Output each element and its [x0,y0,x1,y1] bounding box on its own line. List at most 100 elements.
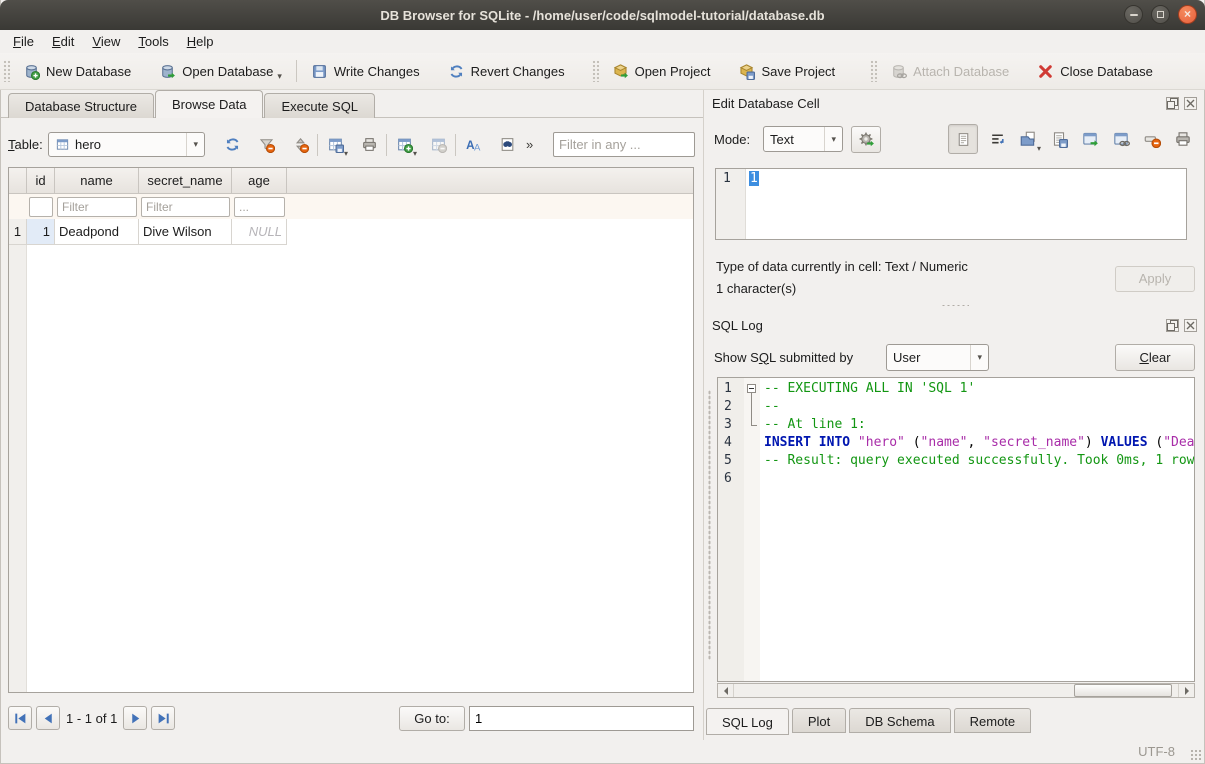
goto-button[interactable]: Go to: [399,706,465,731]
print-table-button[interactable] [356,132,382,158]
copy-link-button[interactable] [1109,127,1133,151]
scroll-left-arrow[interactable] [718,684,733,697]
clear-sorting-button[interactable] [287,132,313,158]
close-button[interactable]: × [1178,5,1197,24]
table-select-value: hero [75,137,101,152]
column-header-id[interactable]: id [27,168,55,193]
clear-filters-button[interactable] [253,132,279,158]
tab-sql-log[interactable]: SQL Log [706,708,789,735]
save-project-button[interactable]: Save Project [728,56,845,86]
toolbar-overflow-indicator[interactable]: » [526,137,533,152]
text-document-toggle-button[interactable] [948,124,978,154]
previous-record-button[interactable] [36,706,60,730]
tab-plot[interactable]: Plot [792,708,846,733]
sql-log-line: 1-- EXECUTING ALL IN 'SQL 1' [718,380,1194,398]
open-project-button[interactable]: Open Project [602,56,721,86]
table-select[interactable]: hero ▾ [48,132,205,157]
scrollbar-thumb[interactable] [1074,684,1172,697]
sql-log-view[interactable]: 1-- EXECUTING ALL IN 'SQL 1'2--3-- At li… [717,377,1195,682]
fold-collapse-icon[interactable] [747,384,756,393]
close-database-button[interactable]: Close Database [1027,56,1163,86]
goto-record-input[interactable] [469,706,694,731]
first-record-button[interactable] [8,706,32,730]
float-panel-icon [1167,98,1178,109]
find-icon [499,136,516,153]
find-in-table-button[interactable] [494,132,520,158]
format-toolbar-button[interactable] [460,132,486,158]
cell-secret-name[interactable]: Dive Wilson [139,219,232,245]
dock-float-button[interactable] [1166,319,1179,332]
refresh-button[interactable] [219,132,245,158]
word-wrap-icon [989,131,1006,148]
dock-close-button[interactable] [1184,97,1197,110]
write-changes-button[interactable]: Write Changes [301,56,430,86]
filter-input-id[interactable] [29,197,53,217]
menu-edit[interactable]: Edit [43,32,83,51]
scroll-right-arrow[interactable] [1179,684,1194,697]
show-sql-label: Show SQL submitted by [714,350,886,365]
tab-database-structure[interactable]: Database Structure [8,93,154,118]
mode-select[interactable]: Text ▾ [763,126,843,152]
editor-content[interactable]: 1 [746,169,1186,239]
main-tab-bar: Database Structure Browse Data Execute S… [0,90,703,118]
open-in-external-button[interactable] [1078,127,1102,151]
filter-input-age[interactable] [234,197,285,217]
tab-db-schema[interactable]: DB Schema [849,708,950,733]
auto-switch-mode-button[interactable] [851,126,881,153]
menu-file[interactable]: File [4,32,43,51]
toolbar-drag-handle[interactable] [870,60,877,82]
dock-drag-handle[interactable] [708,390,711,660]
last-record-button[interactable] [151,706,175,730]
maximize-button[interactable] [1151,5,1170,24]
sql-log-horizontal-scrollbar[interactable] [717,683,1195,698]
revert-changes-button[interactable]: Revert Changes [438,56,575,86]
column-header-name[interactable]: name [55,168,139,193]
tab-browse-data[interactable]: Browse Data [155,90,263,118]
filter-input-secret-name[interactable] [141,197,230,217]
toolbar-drag-handle[interactable] [3,60,10,82]
column-header-age[interactable]: age [232,168,287,193]
next-record-button[interactable] [123,706,147,730]
row-number-cell[interactable]: 1 [9,219,27,245]
new-database-button[interactable]: New Database [13,56,141,86]
tab-remote[interactable]: Remote [954,708,1032,733]
cell-value-editor[interactable]: 1 1 [715,168,1187,240]
dock-float-button[interactable] [1166,97,1179,110]
menu-tools[interactable]: Tools [129,32,177,51]
column-header-secret-name[interactable]: secret_name [139,168,232,193]
previous-record-icon [42,712,55,725]
scrollbar-track[interactable] [733,684,1179,697]
set-null-button[interactable] [1140,127,1164,151]
cell-age[interactable]: NULL [232,219,287,245]
print-cell-button[interactable] [1171,127,1195,151]
grid-corner-cell[interactable] [9,168,27,193]
cell-char-count: 1 character(s) [716,281,796,296]
save-project-icon [738,63,755,80]
clear-log-button[interactable]: Clear [1115,344,1195,371]
filter-input-name[interactable] [57,197,137,217]
sql-submitter-select[interactable]: User ▾ [886,344,989,371]
cell-id[interactable]: 1 [27,219,55,245]
chevron-down-icon: ▾ [186,133,198,156]
minimize-icon [1130,14,1138,16]
encoding-indicator[interactable]: UTF-8 [1138,744,1175,759]
export-to-file-button[interactable] [1047,127,1071,151]
toolbar-drag-handle[interactable] [592,60,599,82]
open-database-button[interactable]: Open Database ▾ [149,56,292,86]
resize-grip[interactable] [1190,749,1202,761]
insert-record-button[interactable]: ▾ [391,132,417,158]
word-wrap-button[interactable] [985,127,1009,151]
tab-execute-sql[interactable]: Execute SQL [264,93,375,118]
cell-name[interactable]: Deadpond [55,219,139,245]
write-changes-label: Write Changes [334,64,420,79]
sql-log-line: 6 [718,470,1194,488]
minimize-button[interactable] [1124,5,1143,24]
open-database-dropdown-icon[interactable]: ▾ [277,71,282,86]
menu-view[interactable]: View [83,32,129,51]
export-table-button[interactable]: ▾ [322,132,348,158]
dock-close-button[interactable] [1184,319,1197,332]
menu-help[interactable]: Help [178,32,223,51]
panel-splitter-handle[interactable] [704,301,1205,309]
import-from-file-button[interactable]: ▾ [1016,127,1040,151]
filter-any-column-input[interactable] [553,132,695,157]
